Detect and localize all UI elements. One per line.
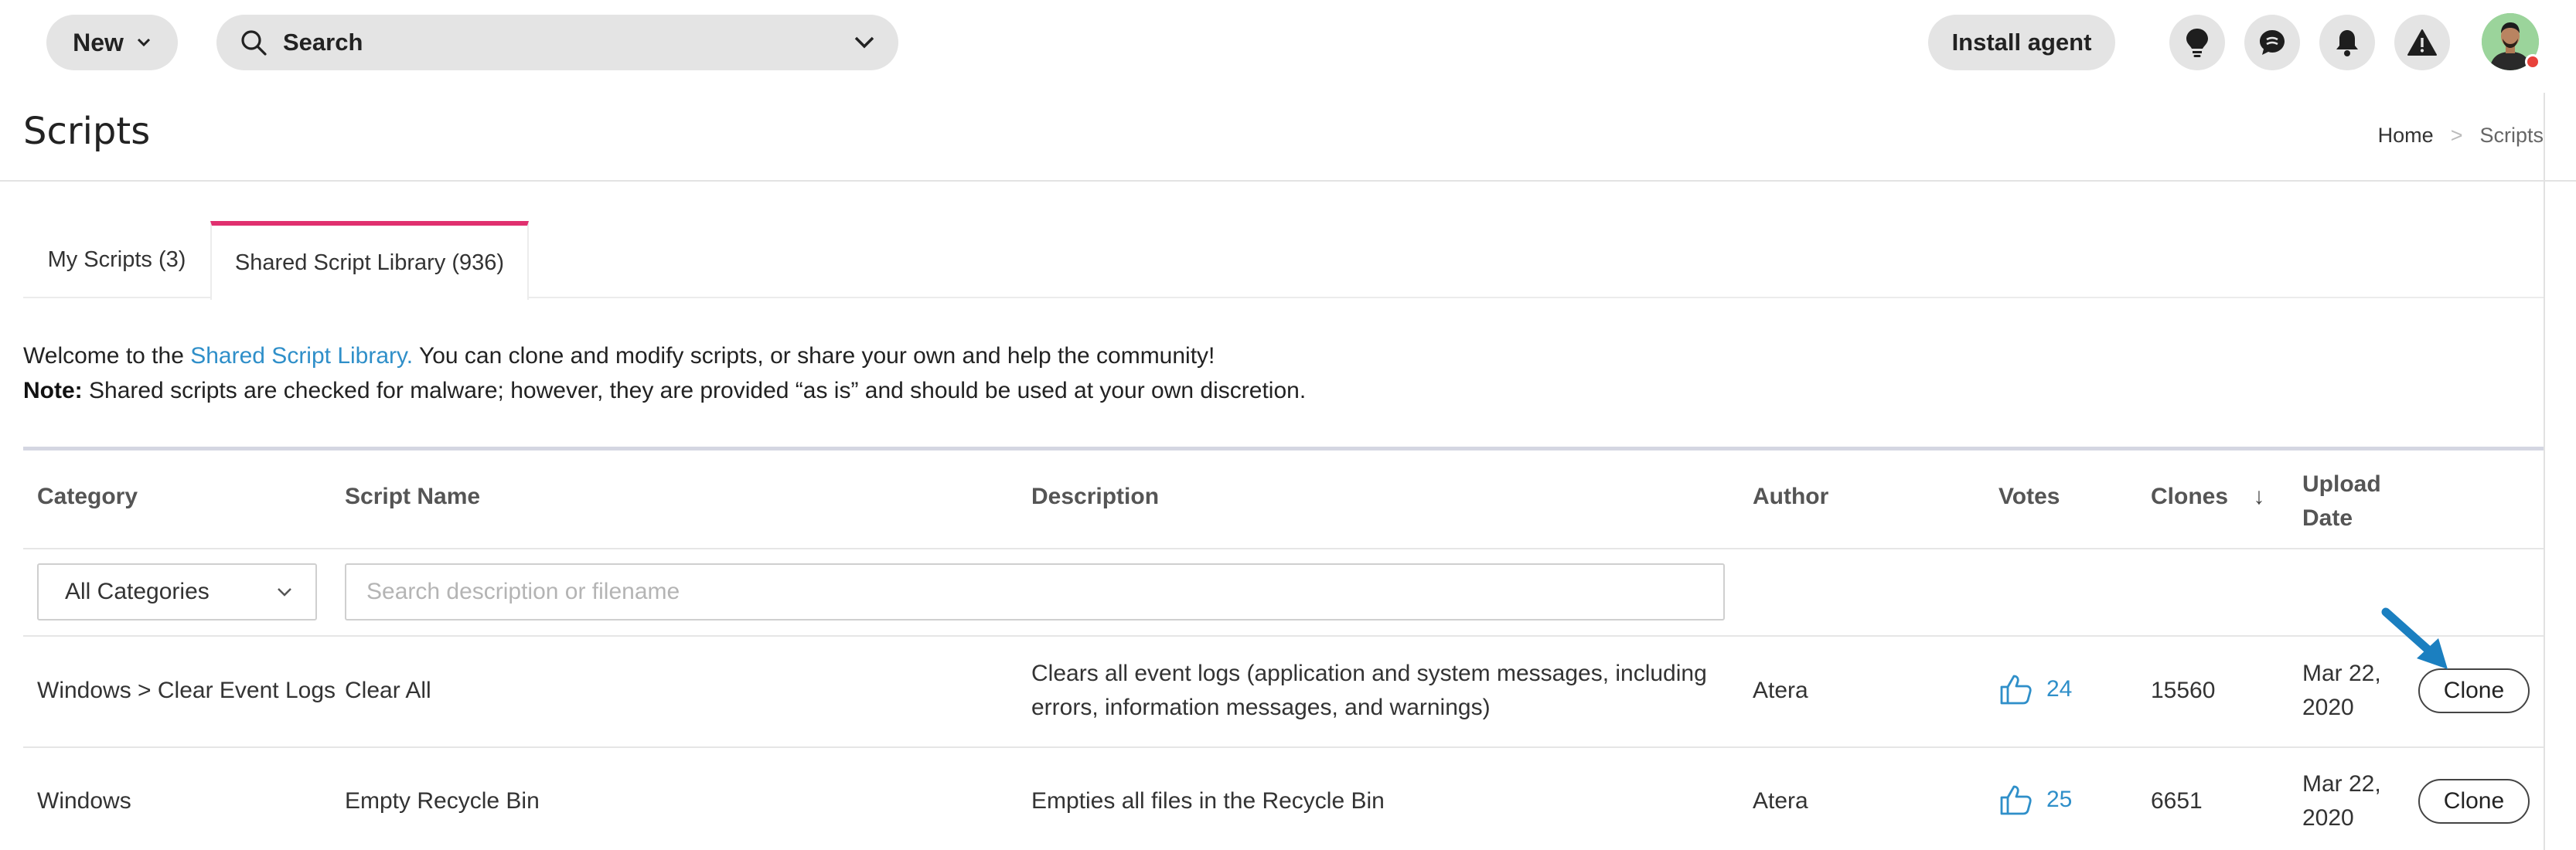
note-text: Shared scripts are checked for malware; …	[89, 378, 1307, 403]
row1-script-name[interactable]: Clear All	[345, 674, 431, 708]
category-filter-value: All Categories	[65, 579, 210, 604]
intro-text: Welcome to the Shared Script Library. Yo…	[23, 338, 1306, 408]
chevron-down-icon[interactable]	[854, 36, 875, 49]
row2-vote-count: 25	[2046, 787, 2073, 812]
row2-date-line1: Mar 22,	[2302, 771, 2381, 797]
row1-description-line2: errors, information messages, and warnin…	[1031, 695, 1491, 720]
welcome-suffix: You can clone and modify scripts, or sha…	[418, 343, 1215, 369]
annotation-arrow-icon	[2381, 607, 2448, 669]
row1-author: Atera	[1753, 678, 1808, 703]
welcome-prefix: Welcome to the	[23, 343, 184, 369]
header-divider	[0, 180, 2576, 182]
chat-icon[interactable]	[2244, 15, 2300, 70]
row1-category: Windows > Clear Event Logs	[37, 678, 336, 703]
column-header-upload-date[interactable]: Upload Date	[2302, 468, 2381, 536]
row1-date-line1: Mar 22,	[2302, 661, 2381, 686]
chevron-down-icon	[278, 588, 291, 597]
filter-divider-line	[23, 635, 2544, 637]
row1-date-line2: 2020	[2302, 695, 2354, 720]
row1-description: Clears all event logs (application and s…	[1031, 657, 1707, 725]
scroll-edge	[2544, 93, 2545, 850]
bell-icon[interactable]	[2319, 15, 2375, 70]
page-title: Scripts	[23, 110, 151, 153]
row-divider-line	[23, 746, 2544, 748]
new-button[interactable]: New	[46, 15, 178, 70]
table-top-border	[23, 447, 2544, 450]
clones-header-label: Clones	[2151, 484, 2229, 509]
row1-vote-count: 24	[2046, 676, 2073, 702]
install-agent-button[interactable]: Install agent	[1928, 15, 2115, 70]
tab-shared-script-library[interactable]: Shared Script Library (936)	[210, 221, 529, 300]
description-search-input[interactable]	[345, 563, 1725, 620]
tab-my-scripts[interactable]: My Scripts (3)	[23, 221, 210, 298]
chevron-down-icon	[137, 38, 150, 47]
column-header-author[interactable]: Author	[1753, 484, 1828, 510]
breadcrumb: Home > Scripts	[2378, 124, 2544, 148]
breadcrumb-home[interactable]: Home	[2378, 124, 2434, 148]
row2-author: Atera	[1753, 788, 1808, 814]
row1-clones: 15560	[2151, 678, 2216, 703]
upload-header-line2: Date	[2302, 505, 2353, 531]
new-button-label: New	[73, 28, 124, 56]
sort-down-icon[interactable]: ↓	[2253, 484, 2264, 509]
thumbs-up-icon[interactable]	[1998, 673, 2033, 706]
upload-header-line1: Upload	[2302, 471, 2381, 497]
row2-date-line2: 2020	[2302, 805, 2354, 831]
breadcrumb-separator: >	[2450, 124, 2463, 147]
breadcrumb-current: Scripts	[2479, 124, 2544, 147]
header-divider-line	[23, 548, 2544, 549]
row1-clone-button[interactable]: Clone	[2418, 668, 2530, 713]
row2-votes[interactable]: 25	[1998, 783, 2072, 817]
column-header-category[interactable]: Category	[37, 484, 138, 510]
lightbulb-icon[interactable]	[2169, 15, 2225, 70]
row1-upload-date: Mar 22, 2020	[2302, 657, 2381, 725]
status-indicator	[2525, 54, 2540, 70]
search-label: Search	[283, 29, 363, 56]
row2-upload-date: Mar 22, 2020	[2302, 767, 2381, 835]
row2-script-name[interactable]: Empty Recycle Bin	[345, 784, 540, 818]
row2-clones: 6651	[2151, 788, 2203, 814]
warning-icon[interactable]	[2394, 15, 2450, 70]
search-icon	[241, 30, 267, 56]
shared-library-link[interactable]: Shared Script Library.	[190, 343, 413, 369]
note-label: Note:	[23, 378, 83, 403]
column-header-clones[interactable]: Clones ↓	[2151, 484, 2264, 510]
column-header-votes[interactable]: Votes	[1998, 484, 2060, 510]
row2-description: Empties all files in the Recycle Bin	[1031, 788, 1385, 814]
category-filter-select[interactable]: All Categories	[37, 563, 317, 620]
thumbs-up-icon[interactable]	[1998, 784, 2033, 816]
row2-clone-button[interactable]: Clone	[2418, 779, 2530, 824]
row1-votes[interactable]: 24	[1998, 672, 2072, 706]
tab-bar: My Scripts (3) Shared Script Library (93…	[23, 221, 2544, 300]
row1-description-line1: Clears all event logs (application and s…	[1031, 661, 1707, 686]
global-search[interactable]: Search	[216, 15, 898, 70]
column-header-script-name[interactable]: Script Name	[345, 484, 480, 510]
row2-category: Windows	[37, 788, 131, 814]
column-header-description[interactable]: Description	[1031, 484, 1159, 510]
